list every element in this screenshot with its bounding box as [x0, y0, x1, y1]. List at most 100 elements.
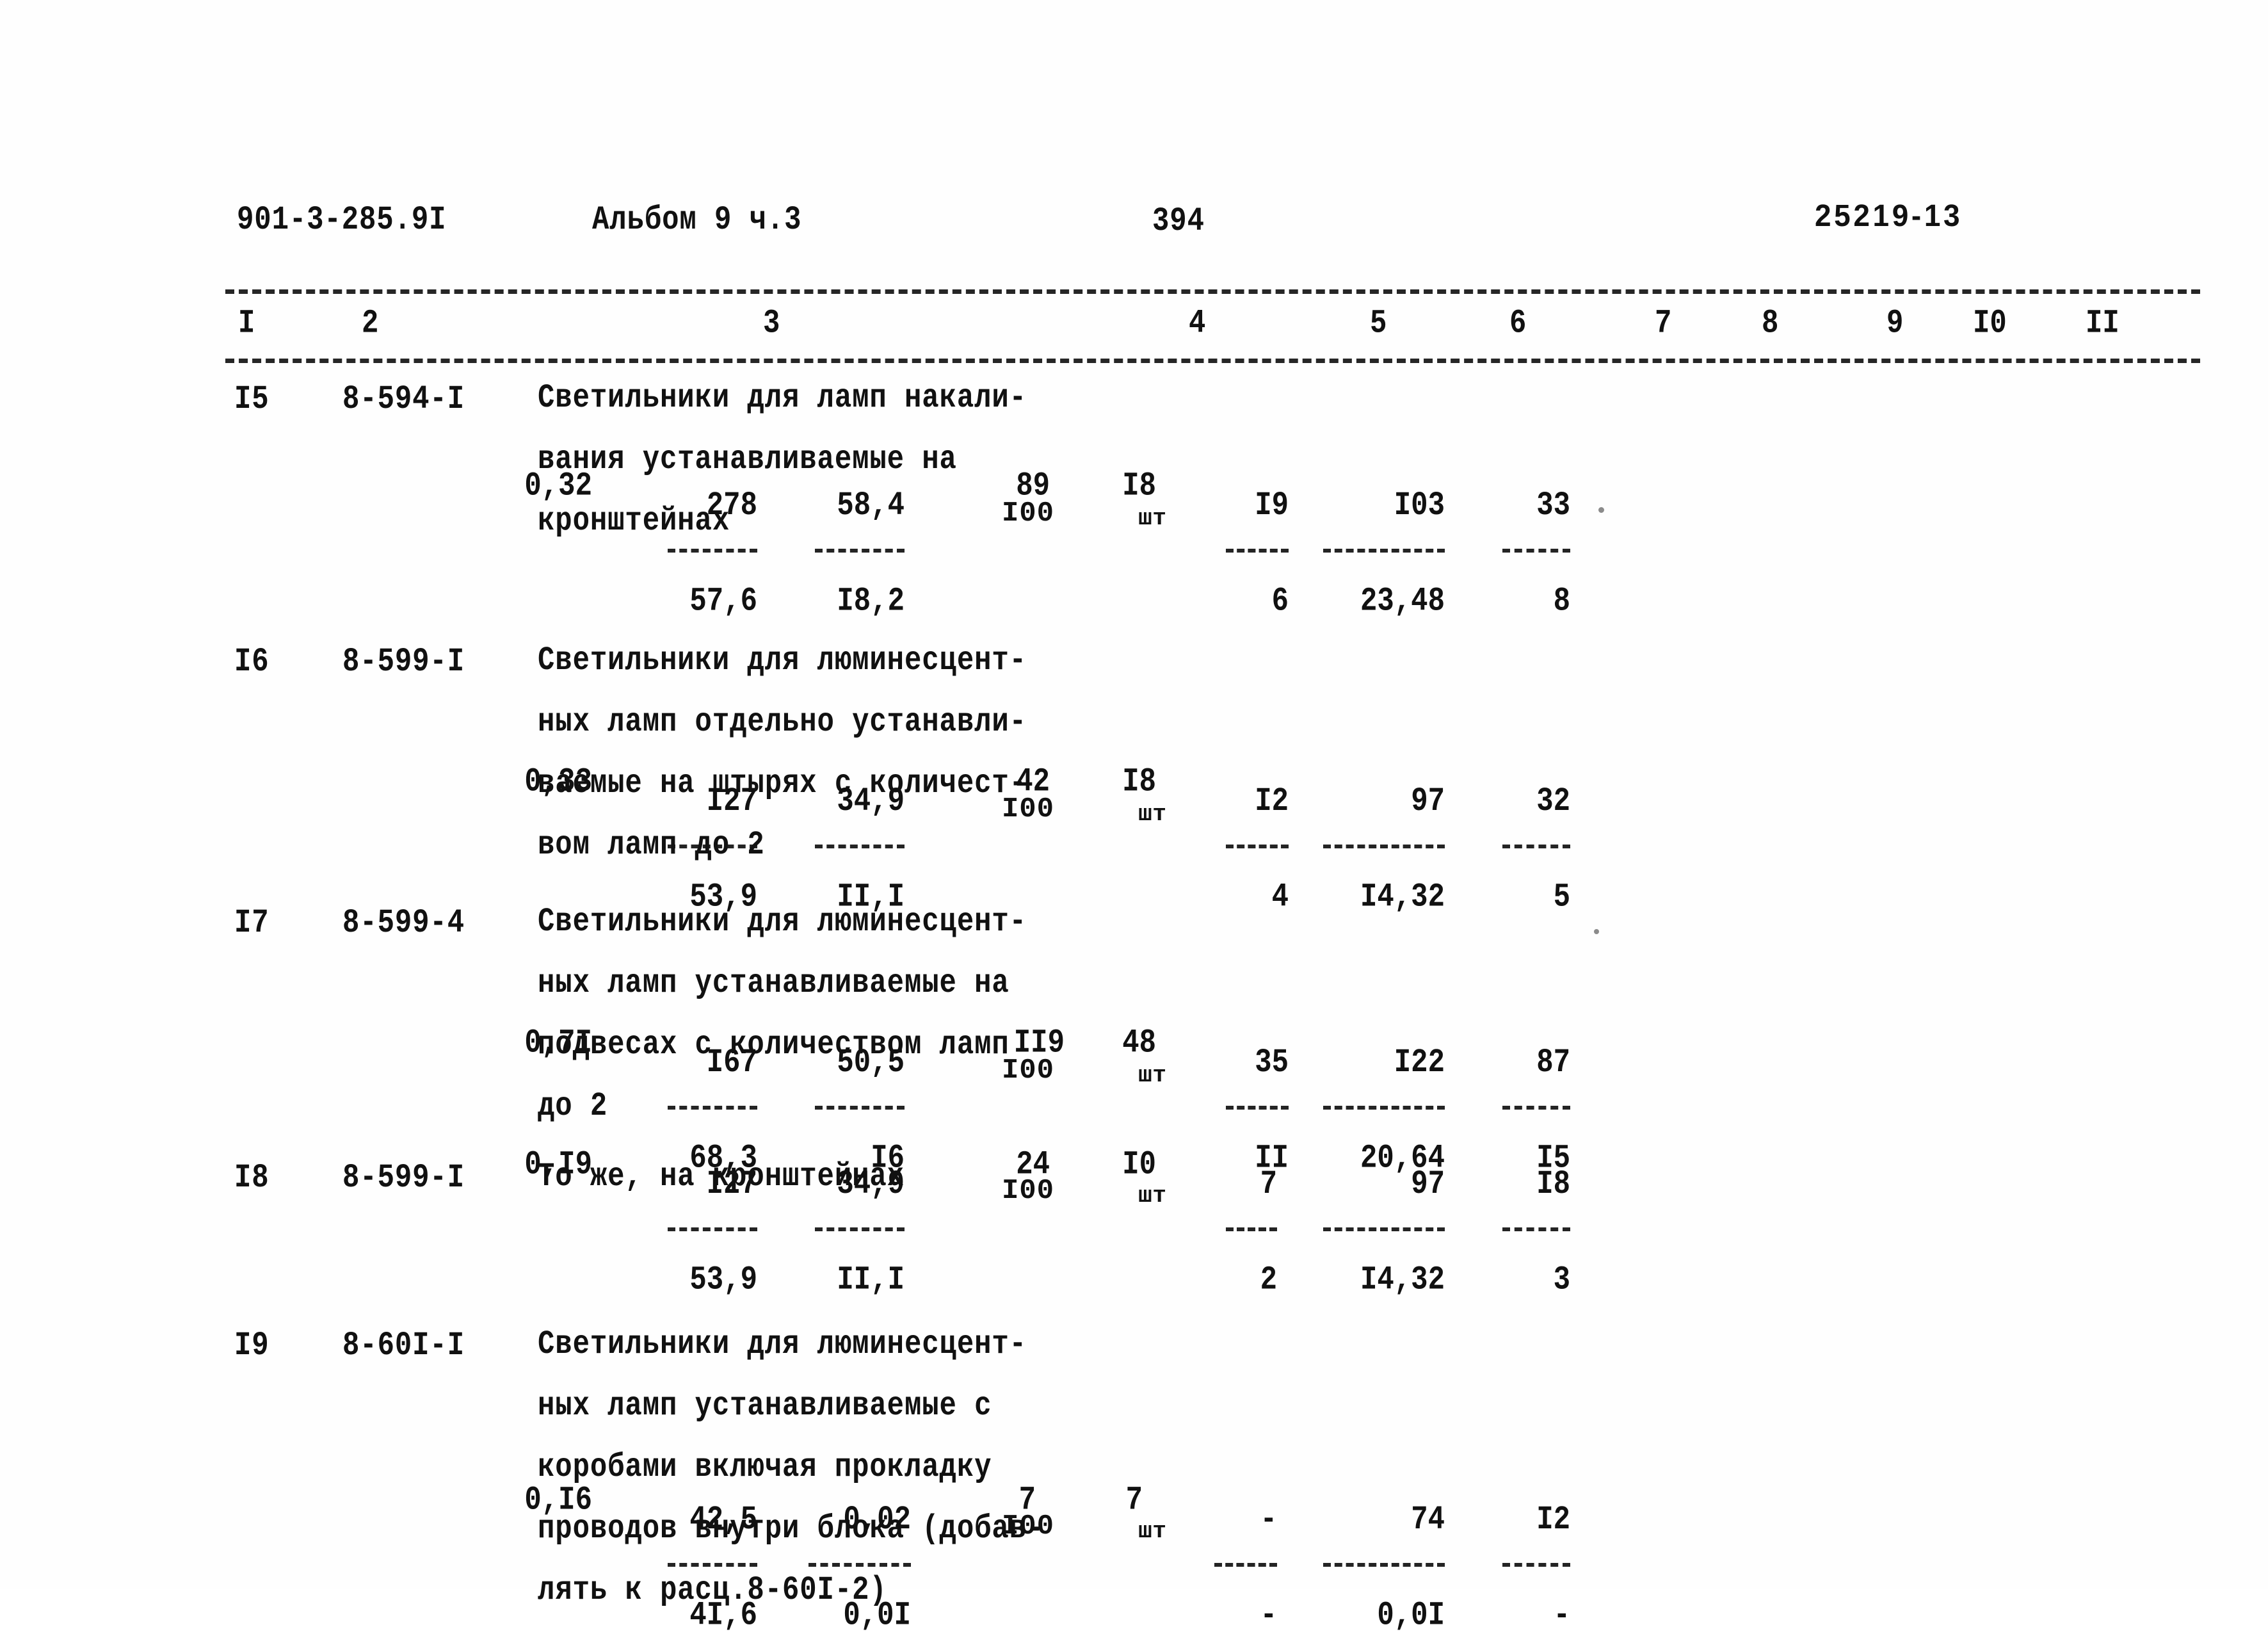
- fraction-bar: [1323, 1106, 1445, 1110]
- cell-col6-bot: 0,0I: [843, 1597, 911, 1635]
- cell-col4: 0,33: [524, 763, 592, 801]
- cell-col6: 0,02 0,0I: [808, 1480, 911, 1650]
- cell-col7: 89: [1016, 467, 1050, 505]
- column-header-4: 4: [1189, 305, 1206, 343]
- row-code: 8-599-I: [342, 643, 465, 681]
- fraction-bar: [1226, 845, 1289, 848]
- cell-col6-top: 0,02: [843, 1501, 911, 1539]
- album-label: Альбом 9 ч.3: [592, 201, 802, 239]
- cell-col11-bot: 5: [1553, 878, 1570, 917]
- cell-col9: - -: [1214, 1480, 1277, 1650]
- page-header: 901-3-285.9I Альбом 9 ч.3 394 25219-13: [0, 0, 2268, 238]
- desc-line: ных ламп устанавливаемые на: [538, 964, 1009, 1003]
- cell-col10: 74 0,0I: [1323, 1480, 1445, 1650]
- fraction-bar: [1323, 1563, 1445, 1567]
- row-description: Светильники для ламп накали- вания устан…: [538, 382, 1027, 538]
- scan-speck: [1594, 929, 1599, 934]
- cell-col4: 0,32: [524, 467, 592, 505]
- cell-col6: 58,4 I8,2: [815, 466, 905, 636]
- row-description: Светильники для люминесцент- ных ламп от…: [538, 644, 1027, 862]
- cell-col11-top: 87: [1536, 1044, 1570, 1082]
- cell-col9-bot: -: [1260, 1597, 1277, 1635]
- cell-col5-bot: 53,9: [689, 1261, 757, 1300]
- row-code: 8-599-I: [342, 1159, 465, 1197]
- column-header-9: 9: [1886, 305, 1904, 343]
- row-code: 8-60I-I: [342, 1327, 465, 1365]
- fraction-bar: [1502, 1227, 1570, 1231]
- table-rule-bottom: [225, 359, 2200, 363]
- archive-stamp: 25219-13: [1815, 197, 1963, 233]
- column-header-6: 6: [1509, 305, 1527, 343]
- cell-col5: 278 57,6: [668, 466, 757, 636]
- fraction-bar: [808, 1563, 911, 1567]
- cell-col6-top: 34,9: [837, 782, 905, 821]
- cell-col5-top: 278: [706, 487, 757, 525]
- cell-col6-bot: I8,2: [837, 583, 905, 621]
- desc-line: лять к расц.8-60I-2): [538, 1571, 887, 1610]
- fraction-bar: [1226, 1106, 1289, 1110]
- cell-col9: I2 4: [1226, 762, 1289, 932]
- fraction-bar: [668, 1227, 757, 1231]
- column-header-1: I: [238, 305, 255, 343]
- cell-col9-bot: 2: [1260, 1261, 1277, 1300]
- page-number: 394: [1152, 202, 1205, 241]
- fraction-bar: [1502, 845, 1570, 848]
- row-description: Светильники для люминесцент- ных ламп ус…: [538, 1328, 1044, 1607]
- fraction-bar: [1502, 549, 1570, 553]
- cell-col7: II9: [1013, 1024, 1065, 1062]
- desc-line: коробами включая прокладку: [538, 1448, 992, 1487]
- cell-col9-top: I9: [1255, 487, 1289, 525]
- row-code: 8-594-I: [342, 380, 465, 419]
- unit-word: шт: [1138, 1518, 1167, 1544]
- cell-col8: 7: [1125, 1482, 1143, 1519]
- desc-line: до 2: [538, 1087, 608, 1126]
- cell-col11-top: I8: [1536, 1165, 1570, 1204]
- fraction-bar: [1502, 1563, 1570, 1567]
- cell-col5-top: 42,5: [689, 1501, 757, 1539]
- desc-line: вания устанавливаемые на: [538, 441, 957, 479]
- cell-col11-top: 32: [1536, 782, 1570, 821]
- cell-col10-top: 97: [1411, 782, 1445, 821]
- row-description: Светильники для люминесцент- ных ламп ус…: [538, 905, 1027, 1123]
- scan-speck: [1598, 507, 1604, 513]
- cell-col11: I8 3: [1502, 1145, 1570, 1314]
- cell-col9-bot: 4: [1271, 878, 1289, 917]
- fraction-bar: [668, 845, 757, 848]
- cell-col11: I2 -: [1502, 1480, 1570, 1650]
- cell-col6-top: 50,5: [837, 1044, 905, 1082]
- table-rule-top: [225, 289, 2200, 294]
- cell-col4: 0,7I: [524, 1024, 592, 1062]
- column-header-11: II: [2086, 305, 2119, 343]
- cell-col4: 0,I9: [524, 1146, 592, 1184]
- cell-col9-top: I2: [1255, 782, 1289, 821]
- fraction-bar: [815, 845, 905, 848]
- cell-col7: 42: [1016, 763, 1050, 801]
- cell-col10-bot: 23,48: [1360, 583, 1445, 621]
- cell-col11: 32 5: [1502, 762, 1570, 932]
- cell-col7: 7: [1018, 1482, 1036, 1519]
- cell-col10-bot: 0,0I: [1377, 1597, 1445, 1635]
- unit-word: шт: [1138, 1062, 1167, 1088]
- desc-line: подвесах с количеством ламп: [538, 1026, 1009, 1064]
- cell-col6: 34,9 II,I: [815, 1145, 905, 1314]
- cell-col8: I0: [1122, 1146, 1156, 1184]
- cell-col9-top: -: [1260, 1501, 1277, 1539]
- row-index: I9: [234, 1327, 269, 1365]
- cell-col8: I8: [1122, 467, 1156, 505]
- cell-col11: 33 8: [1502, 466, 1570, 636]
- cell-col4: 0,I6: [524, 1482, 592, 1519]
- cell-col11-bot: 3: [1553, 1261, 1570, 1300]
- column-header-8: 8: [1762, 305, 1779, 343]
- fraction-bar: [1323, 1227, 1445, 1231]
- cell-col10-top: I03: [1394, 487, 1445, 525]
- unit-word: шт: [1138, 505, 1167, 531]
- cell-col10-bot: I4,32: [1360, 878, 1445, 917]
- column-header-2: 2: [362, 305, 379, 343]
- unit-word: шт: [1138, 801, 1167, 827]
- desc-line: проводов внутри блока (добав-: [538, 1510, 1045, 1548]
- row-index: I8: [234, 1159, 269, 1197]
- cell-col9-bot: 6: [1271, 583, 1289, 621]
- cell-col5-top: I27: [706, 1165, 757, 1204]
- fraction-bar: [668, 1106, 757, 1110]
- cell-col11-top: I2: [1536, 1501, 1570, 1539]
